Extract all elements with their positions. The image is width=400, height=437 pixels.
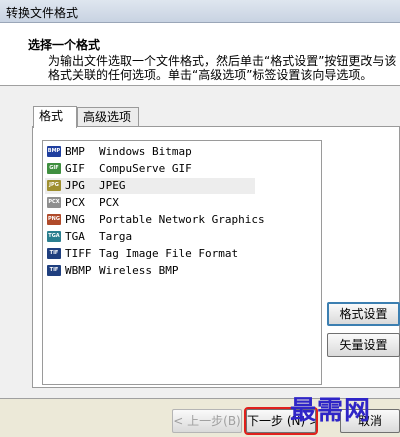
- list-item-pcx[interactable]: PCX PCX PCX: [45, 195, 255, 211]
- wizard-header: 选择一个格式 为输出文件选取一个文件格式，然后单击“格式设置”按钮更改与该格式关…: [0, 23, 400, 86]
- format-ext: JPG: [65, 179, 85, 192]
- format-name: JPEG: [99, 179, 126, 192]
- tab-advanced-options[interactable]: 高级选项: [77, 107, 139, 127]
- format-ext: PCX: [65, 196, 85, 209]
- vector-settings-button[interactable]: 矢量设置: [327, 333, 400, 357]
- bmp-file-icon: BMP: [47, 146, 61, 157]
- tga-file-icon: TGA: [47, 231, 61, 242]
- page-description: 为输出文件选取一个文件格式，然后单击“格式设置”按钮更改与该格式关联的任何选项。…: [48, 54, 397, 82]
- list-item-bmp[interactable]: BMP BMP Windows Bitmap: [45, 144, 255, 160]
- tab-format[interactable]: 格式: [33, 106, 77, 128]
- format-name: Portable Network Graphics: [99, 213, 265, 226]
- format-name: Targa: [99, 230, 133, 243]
- back-button[interactable]: < 上一步(B): [172, 409, 242, 433]
- tab-advanced-options-label: 高级选项: [83, 110, 132, 124]
- list-item-png[interactable]: PNG PNG Portable Network Graphics: [45, 212, 265, 228]
- title-bar: 转换文件格式: [0, 0, 400, 23]
- format-ext: TGA: [65, 230, 85, 243]
- format-name: PCX: [99, 196, 119, 209]
- format-name: Windows Bitmap: [99, 145, 192, 158]
- gif-file-icon: GIF: [47, 163, 61, 174]
- png-file-icon: PNG: [47, 214, 61, 225]
- format-list[interactable]: BMP BMP Windows Bitmap GIF GIF CompuServ…: [42, 140, 322, 385]
- tiff-file-icon: TIF: [47, 248, 61, 259]
- pcx-file-icon: PCX: [47, 197, 61, 208]
- list-item-tga[interactable]: TGA TGA Targa: [45, 229, 255, 245]
- list-item-tiff[interactable]: TIF TIFF Tag Image File Format: [45, 246, 255, 262]
- format-name: CompuServe GIF: [99, 162, 192, 175]
- wbmp-file-icon: TIF: [47, 265, 61, 276]
- jpg-file-icon: JPG: [47, 180, 61, 191]
- list-item-gif[interactable]: GIF GIF CompuServe GIF: [45, 161, 255, 177]
- tab-format-label: 格式: [39, 109, 64, 123]
- list-item-jpg[interactable]: JPG JPG JPEG: [45, 178, 255, 194]
- watermark-logo: 最需网: [290, 396, 372, 426]
- format-ext: TIFF: [65, 247, 92, 260]
- window-title: 转换文件格式: [6, 6, 79, 20]
- format-ext: PNG: [65, 213, 85, 226]
- page-title: 选择一个格式: [28, 38, 101, 52]
- format-ext: WBMP: [65, 264, 92, 277]
- format-ext: BMP: [65, 145, 85, 158]
- format-name: Wireless BMP: [99, 264, 179, 277]
- format-name: Tag Image File Format: [99, 247, 239, 260]
- format-ext: GIF: [65, 162, 85, 175]
- list-item-wbmp[interactable]: TIF WBMP Wireless BMP: [45, 263, 255, 279]
- format-settings-button[interactable]: 格式设置: [327, 302, 400, 326]
